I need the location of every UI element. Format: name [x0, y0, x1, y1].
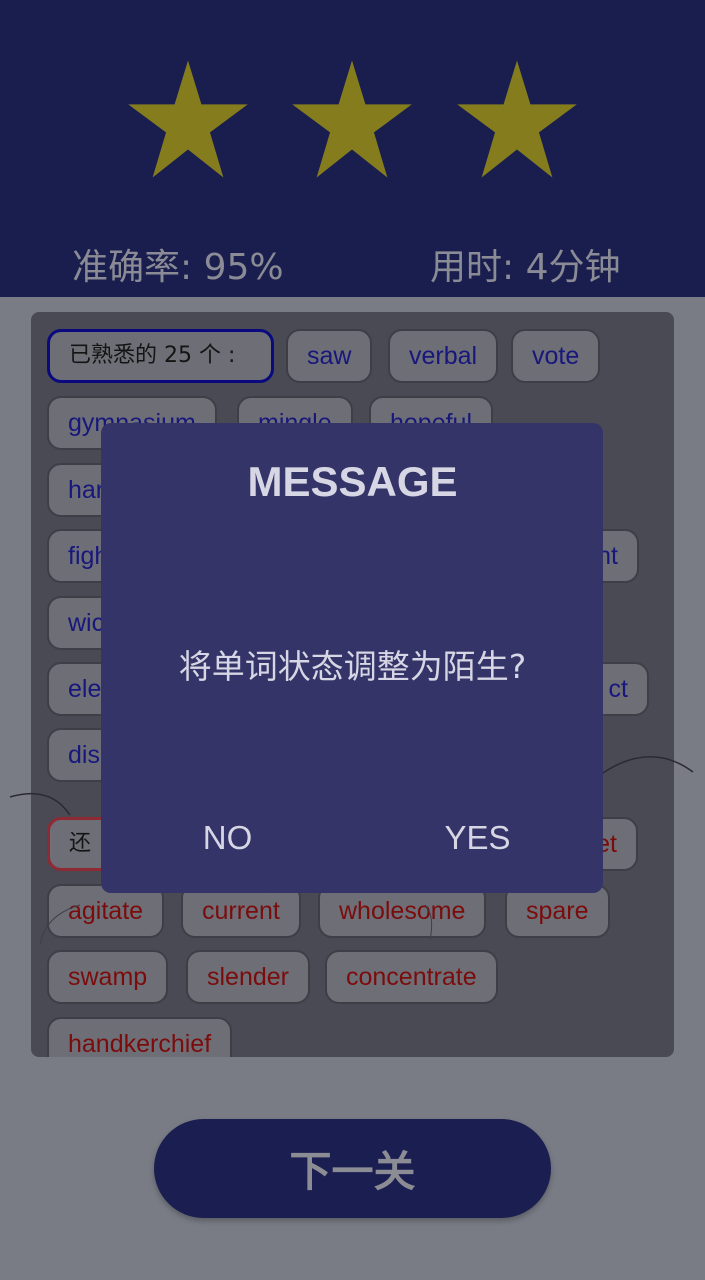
- word-chip[interactable]: slender: [186, 950, 310, 1004]
- result-header: 准确率: 95% 用时: 4分钟: [0, 0, 705, 297]
- dialog-no-button[interactable]: NO: [170, 810, 285, 866]
- word-chip[interactable]: vote: [511, 329, 601, 383]
- dialog-yes-button[interactable]: YES: [420, 810, 535, 866]
- next-level-button[interactable]: 下一关: [154, 1119, 551, 1218]
- star-icon: [455, 58, 579, 180]
- star-icon: [126, 58, 250, 180]
- word-chip[interactable]: verbal: [388, 329, 499, 383]
- time-label: 用时: 4分钟: [430, 247, 621, 288]
- star-icon: [290, 58, 414, 180]
- word-chip[interactable]: saw: [286, 329, 373, 383]
- word-chip[interactable]: concentrate: [325, 950, 498, 1004]
- dialog-title: MESSAGE: [247, 458, 458, 505]
- dialog-message: 将单词状态调整为陌生?: [178, 647, 527, 686]
- known-words-header[interactable]: 已熟悉的 25 个 :: [47, 329, 274, 383]
- word-chip[interactable]: handkerchief: [47, 1017, 233, 1057]
- accuracy-label: 准确率: 95%: [72, 247, 284, 288]
- word-chip[interactable]: swamp: [47, 950, 169, 1004]
